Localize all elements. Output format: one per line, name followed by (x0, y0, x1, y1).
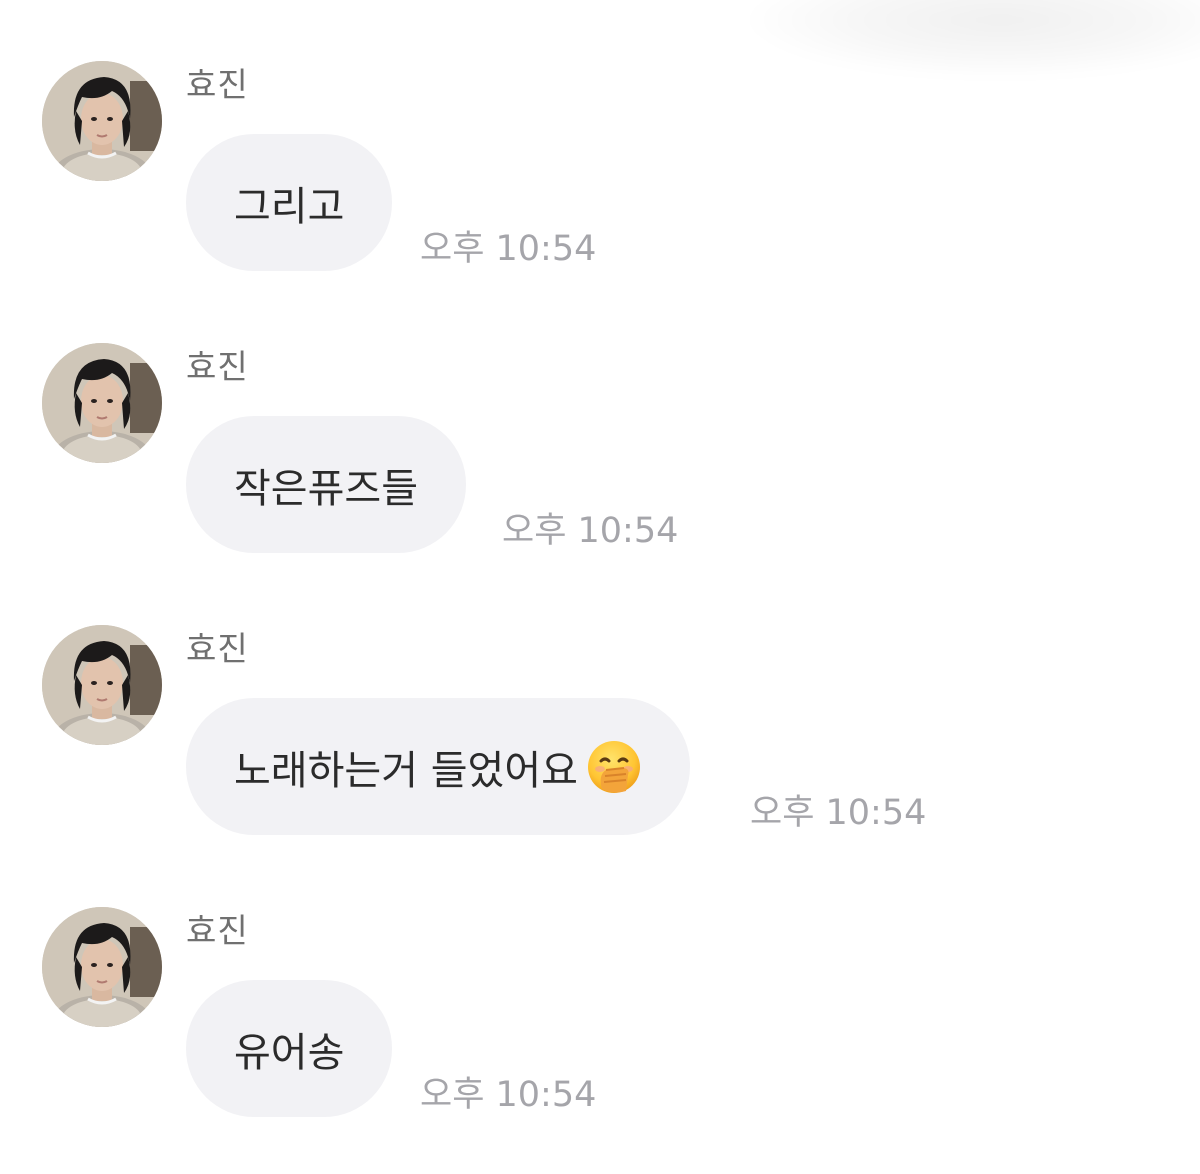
message-timestamp: 오후 10:54 (420, 1075, 597, 1115)
message-bubble[interactable]: 그리고 (186, 134, 393, 271)
message-text: 유어송 (234, 1029, 345, 1076)
message-bubble[interactable]: 유어송 (186, 980, 393, 1117)
sender-name: 효진 (186, 629, 249, 668)
chat-screen: 효진 그리고 오후 10:54 효진 작은퓨즈들 오후 10:54 효진 노래하… (0, 0, 1200, 1174)
sender-avatar[interactable] (42, 625, 162, 745)
message-row: 효진 작은퓨즈들 오후 10:54 (0, 343, 1200, 573)
message-text: 작은퓨즈들 (234, 465, 418, 512)
message-row: 효진 유어송 오후 10:54 (0, 907, 1200, 1137)
sender-name: 효진 (186, 911, 249, 950)
message-timestamp: 오후 10:54 (750, 793, 927, 833)
sender-avatar[interactable] (42, 61, 162, 181)
hand-over-mouth-emoji-icon (587, 740, 640, 793)
message-timestamp: 오후 10:54 (502, 511, 679, 551)
message-timestamp: 오후 10:54 (420, 229, 597, 269)
message-bubble[interactable]: 노래하는거 들었어요 (186, 698, 690, 835)
avatar-image (42, 907, 162, 1027)
avatar-image (42, 343, 162, 463)
sender-name: 효진 (186, 65, 249, 104)
avatar-image (42, 625, 162, 745)
message-row: 효진 노래하는거 들었어요 오후 10:54 (0, 625, 1200, 855)
avatar-image (42, 61, 162, 181)
sender-avatar[interactable] (42, 907, 162, 1027)
sender-avatar[interactable] (42, 343, 162, 463)
message-text: 그리고 (234, 183, 345, 230)
message-text: 노래하는거 들었어요 (234, 747, 578, 794)
message-row: 효진 그리고 오후 10:54 (0, 61, 1200, 291)
sender-name: 효진 (186, 347, 249, 386)
message-bubble[interactable]: 작은퓨즈들 (186, 416, 466, 553)
